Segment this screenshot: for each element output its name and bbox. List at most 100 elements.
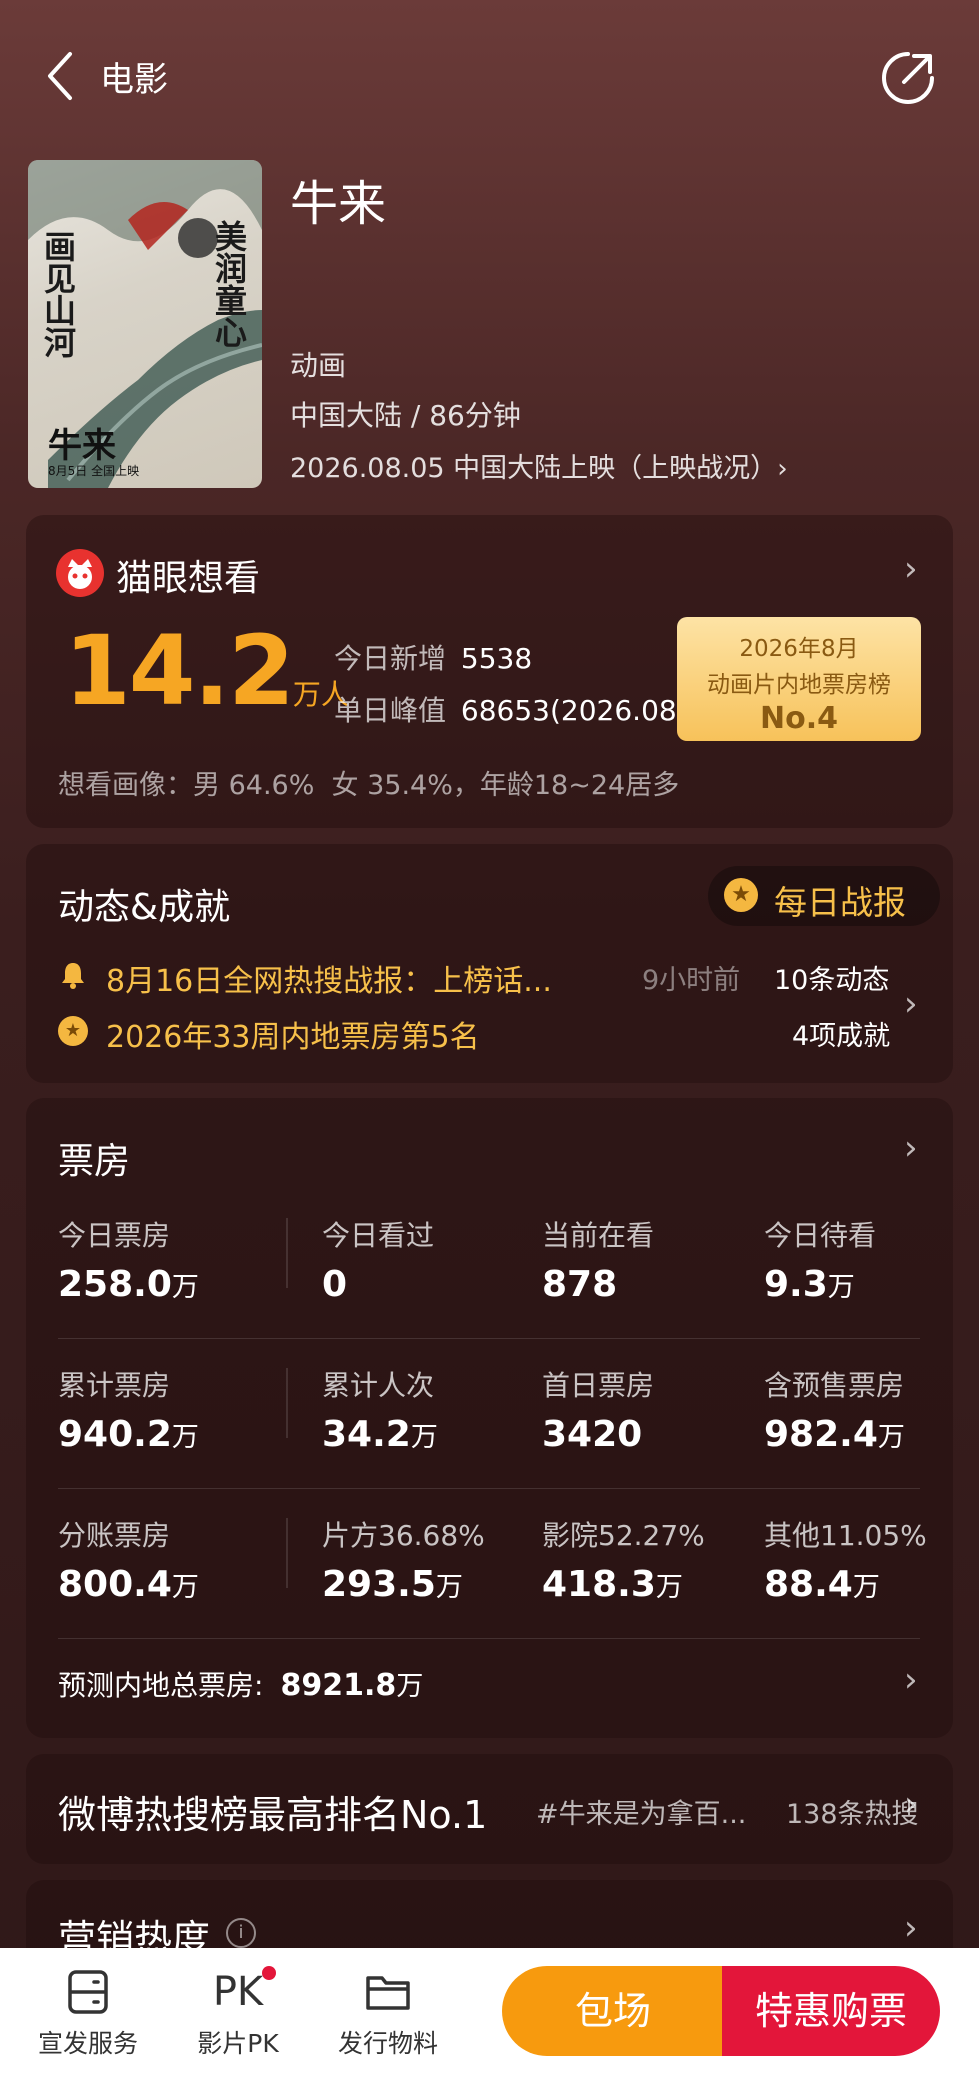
- nav-service[interactable]: 宣发服务: [30, 1968, 146, 2068]
- achievement-item-text[interactable]: 2026年33周内地票房第5名: [106, 1012, 480, 1056]
- chevron-right-icon: ›: [904, 1660, 918, 1700]
- want-title: 猫眼想看: [116, 558, 261, 599]
- stat-label: 今日看过: [322, 1219, 435, 1252]
- stat-first-day: 首日票房 3420: [542, 1364, 654, 1455]
- nav-pk[interactable]: PK 影片PK: [180, 1966, 296, 2068]
- daily-report-button[interactable]: ★ 每日战报: [708, 866, 940, 926]
- stat-value: 800.4万: [58, 1564, 199, 1605]
- stat-label: 其他11.05%: [764, 1519, 927, 1552]
- rank-badge[interactable]: 2026年8月 动画片内地票房榜 No.4: [677, 617, 921, 741]
- dynamic-item-text[interactable]: 8月16日全网热搜战报：上榜话...: [106, 956, 552, 1000]
- today-new-label: 今日新增: [334, 642, 447, 675]
- stat-watching-now: 当前在看 878: [542, 1214, 654, 1305]
- stat-total-boxoffice: 累计票房 940.2万: [58, 1364, 199, 1455]
- release-text: 2026.08.05 中国大陆上映（上映战况）: [290, 453, 778, 484]
- stat-label: 今日待看: [764, 1219, 877, 1252]
- stat-other-share: 其他11.05% 88.4万: [764, 1514, 927, 1605]
- buy-ticket-label: 特惠购票: [754, 1989, 907, 2033]
- today-new-value: 5538: [460, 642, 533, 675]
- stat-value: 0: [322, 1264, 348, 1305]
- achievement-medal-icon: ★: [58, 1016, 88, 1046]
- buy-ticket-button[interactable]: 特惠购票: [722, 1966, 940, 2056]
- dynamics-title: 动态&成就: [58, 887, 231, 928]
- weibo-card[interactable]: 微博热搜榜最高排名No.1 #牛来是为拿百... 138条热搜 ›: [26, 1754, 953, 1864]
- folder-icon: [366, 1976, 410, 2010]
- want-card[interactable]: 猫眼想看 › 14.2万人 今日新增 5538 单日峰值 68653(2026.…: [26, 515, 953, 828]
- today-new: 今日新增 5538: [334, 637, 532, 677]
- chevron-right-icon: ›: [904, 1128, 918, 1168]
- stat-value: 418.3万: [542, 1564, 683, 1605]
- dynamics-card[interactable]: 动态&成就 ★ 每日战报 8月16日全网热搜战报：上榜话... 9小时前 10条…: [26, 844, 953, 1083]
- movie-meta: 中国大陆 / 86分钟: [290, 399, 521, 432]
- weibo-title: 微博热搜榜最高排名No.1: [58, 1793, 488, 1837]
- peak: 单日峰值 68653(2026.08...: [334, 689, 703, 729]
- movie-poster[interactable]: 画见山河 美润童心 牛来 8月5日 全国上映: [28, 160, 262, 488]
- divider: [58, 1488, 920, 1489]
- share-button[interactable]: [878, 48, 938, 108]
- stat-value: 3420: [542, 1414, 643, 1455]
- dynamic-count: 10条动态: [774, 965, 890, 996]
- stat-label: 首日票房: [542, 1369, 655, 1402]
- book-theater-label: 包场: [574, 1989, 651, 2033]
- nav-pk-label: 影片PK: [197, 2029, 279, 2058]
- service-icon: [68, 1970, 108, 2014]
- weibo-tag: #牛来是为拿百...: [536, 1799, 747, 1830]
- divider: [286, 1518, 288, 1588]
- forecast-label: 预测内地总票房:: [58, 1669, 264, 1702]
- movie-title: 牛来: [290, 176, 387, 232]
- movie-release-link[interactable]: 2026.08.05 中国大陆上映（上映战况）›: [290, 446, 788, 485]
- boxoffice-card[interactable]: 票房 › 今日票房 258.0万 今日看过 0 当前在看 878 今日待看 9.…: [26, 1098, 953, 1738]
- stat-label: 当前在看: [542, 1219, 655, 1252]
- chevron-right-icon: ›: [777, 454, 788, 484]
- stat-value: 34.2万: [322, 1414, 438, 1455]
- bell-icon: [58, 960, 88, 990]
- stat-label: 累计人次: [322, 1369, 435, 1402]
- peak-label: 单日峰值: [334, 694, 447, 727]
- stat-producer-share: 片方36.68% 293.5万: [322, 1514, 485, 1605]
- notification-dot: [262, 1966, 276, 1980]
- stat-total-admissions: 累计人次 34.2万: [322, 1364, 438, 1455]
- want-count-value: 14.2: [64, 615, 295, 727]
- stat-label: 含预售票房: [764, 1369, 905, 1402]
- divider: [286, 1368, 288, 1438]
- stat-today-watched: 今日看过 0: [322, 1214, 434, 1305]
- nav-material[interactable]: 发行物料: [330, 1968, 446, 2068]
- divider: [286, 1218, 288, 1288]
- pk-icon: PK: [212, 1969, 264, 2015]
- chevron-right-icon: ›: [904, 549, 918, 589]
- book-theater-button[interactable]: 包场: [502, 1966, 724, 2056]
- stat-today-boxoffice: 今日票房 258.0万: [58, 1214, 199, 1305]
- medal-icon: ★: [724, 878, 758, 912]
- rank-no: No.4: [760, 701, 838, 736]
- rank-line1: 2026年8月: [739, 636, 859, 662]
- want-count: 14.2万人: [64, 615, 349, 727]
- stat-value: 9.3万: [764, 1264, 855, 1305]
- stat-label: 影院52.27%: [542, 1519, 705, 1552]
- stat-to-watch: 今日待看 9.3万: [764, 1214, 876, 1305]
- stat-value: 293.5万: [322, 1564, 463, 1605]
- share-icon: [882, 52, 934, 104]
- stat-label: 今日票房: [58, 1219, 171, 1252]
- nav-service-label: 宣发服务: [37, 2029, 138, 2058]
- stat-label: 累计票房: [58, 1369, 171, 1402]
- rank-line2: 动画片内地票房榜: [707, 672, 891, 698]
- stat-cinema-share: 影院52.27% 418.3万: [542, 1514, 705, 1605]
- boxoffice-title: 票房: [58, 1141, 131, 1182]
- forecast-row[interactable]: 预测内地总票房: 8921.8万 ›: [58, 1660, 928, 1710]
- chevron-right-icon: ›: [904, 984, 918, 1024]
- info-icon[interactable]: i: [226, 1918, 256, 1948]
- chevron-left-icon: [48, 52, 72, 100]
- poster-right-text: 美润童心: [210, 220, 248, 348]
- poster-left-text: 画见山河: [39, 230, 77, 358]
- stat-value: 258.0万: [58, 1264, 199, 1305]
- want-profile: 想看画像：男 64.6% 女 35.4%，年龄18~24居多: [58, 770, 680, 801]
- stat-value: 940.2万: [58, 1414, 199, 1455]
- peak-value: 68653(2026.08...: [460, 694, 704, 727]
- back-button[interactable]: [40, 48, 90, 104]
- divider: [58, 1638, 920, 1639]
- stat-presale: 含预售票房 982.4万: [764, 1364, 905, 1455]
- stat-label: 分账票房: [58, 1519, 171, 1552]
- chevron-right-icon: ›: [904, 1784, 918, 1824]
- stat-label: 片方36.68%: [322, 1519, 485, 1552]
- dynamic-item-time: 9小时前: [642, 965, 741, 996]
